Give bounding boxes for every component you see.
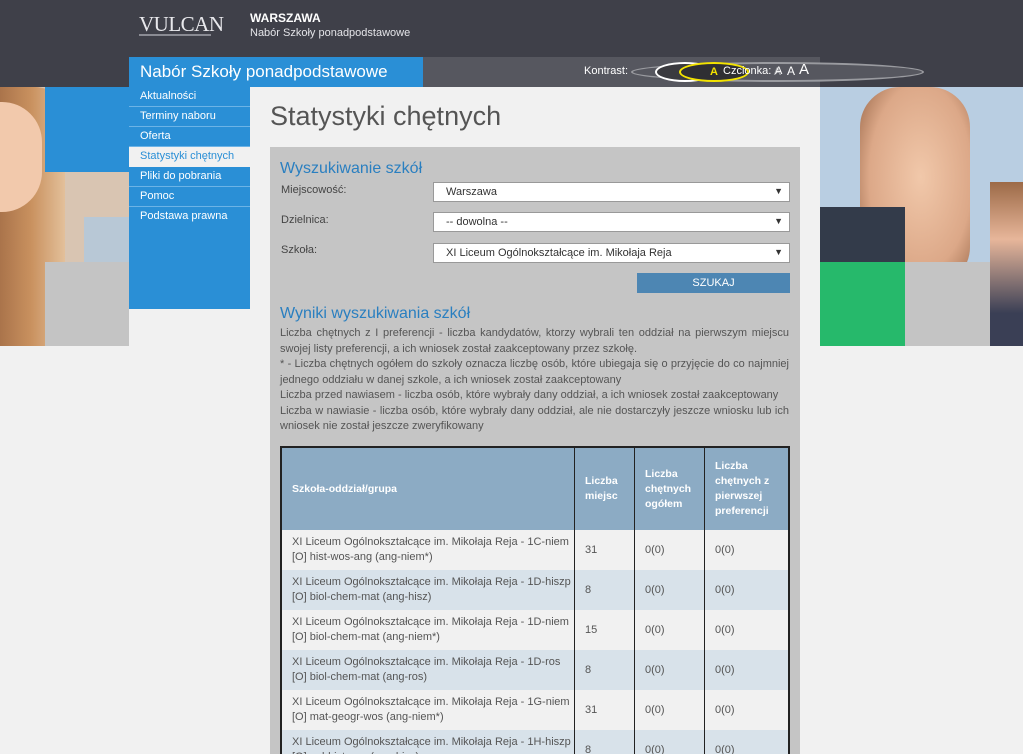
city-select-value: Warszawa xyxy=(446,186,497,198)
school-field-label: Szkoła: xyxy=(281,244,318,256)
header-subtitle: Nabór Szkoły ponadpodstawowe xyxy=(250,27,411,39)
cell-places: 31 xyxy=(575,530,635,570)
brand-title: Nabór Szkoły ponadpodstawowe xyxy=(140,62,388,81)
cell-places: 31 xyxy=(575,690,635,730)
results-table: Szkoła-oddział/grupa Liczba miejsc Liczb… xyxy=(280,446,790,754)
column-header-school[interactable]: Szkoła-oddział/grupa xyxy=(282,448,575,530)
sidebar-item-aktualnosci[interactable]: Aktualności xyxy=(129,87,250,107)
cell-first-preference: 0(0) xyxy=(715,583,735,596)
contrast-label: Kontrast: xyxy=(584,65,629,77)
search-button[interactable]: SZUKAJ xyxy=(637,273,790,293)
cell-first-preference: 0(0) xyxy=(715,623,735,636)
table-row: XI Liceum Ogólnokształcące im. Mikołaja … xyxy=(282,530,788,570)
sidebar-item-pliki-do-pobrania[interactable]: Pliki do pobrania xyxy=(129,167,250,187)
sidebar-item-statystyki-chetnych[interactable]: Statystyki chętnych xyxy=(129,147,250,167)
banner-green-tile xyxy=(820,262,905,346)
vulcan-logo[interactable]: VULCAN xyxy=(139,12,224,38)
cell-school: XI Liceum Ogólnokształcące im. Mikołaja … xyxy=(282,730,575,754)
cell-places: 8 xyxy=(575,570,635,610)
font-large-button[interactable]: A xyxy=(799,61,809,78)
banner-shirt-tile xyxy=(84,217,129,262)
banner-grey-tile xyxy=(905,262,990,346)
cell-school: XI Liceum Ogólnokształcące im. Mikołaja … xyxy=(282,690,575,730)
chevron-down-icon: ▼ xyxy=(774,216,783,226)
city-name: WARSZAWA xyxy=(250,11,321,25)
desc-total-applicants: * - Liczba chętnych ogółem do szkoły ozn… xyxy=(280,358,789,386)
desc-before-bracket: Liczba przed nawiasem - liczba osób, któ… xyxy=(280,389,779,401)
sidebar-nav: Aktualności Terminy naboru Oferta Statys… xyxy=(129,87,250,309)
results-description: Liczba chętnych z I preferencji - liczba… xyxy=(280,326,789,435)
table-row: XI Liceum Ogólnokształcące im. Mikołaja … xyxy=(282,610,788,650)
cell-total: 0(0) xyxy=(635,650,705,690)
cell-school: XI Liceum Ogólnokształcące im. Mikołaja … xyxy=(282,530,575,570)
table-row: XI Liceum Ogólnokształcące im. Mikołaja … xyxy=(282,650,788,690)
page-title: Statystyki chętnych xyxy=(270,101,502,131)
district-select[interactable]: -- dowolna -- ▼ xyxy=(433,212,790,232)
desc-in-bracket: Liczba w nawiasie - liczba osób, które w… xyxy=(280,404,789,433)
cell-first-preference: 0(0) xyxy=(715,703,735,716)
cell-first-preference: 0(0) xyxy=(715,743,735,754)
font-medium-button[interactable]: A xyxy=(787,64,795,78)
school-select-value: XI Liceum Ogólnokształcące im. Mikołaja … xyxy=(446,247,672,259)
cell-total: 0(0) xyxy=(635,570,705,610)
left-banner-photo xyxy=(0,87,129,346)
cell-places: 15 xyxy=(575,610,635,650)
cell-places: 8 xyxy=(575,650,635,690)
banner-blue-tile xyxy=(45,87,129,172)
results-section-title: Wyniki wyszukiwania szkół xyxy=(280,305,471,322)
table-row: XI Liceum Ogólnokształcące im. Mikołaja … xyxy=(282,730,788,754)
right-banner-photo xyxy=(820,87,1023,346)
search-section-title: Wyszukiwanie szkół xyxy=(280,160,423,177)
cell-first-preference: 0(0) xyxy=(715,543,735,556)
city-select[interactable]: Warszawa ▼ xyxy=(433,182,790,202)
banner-grey-tile xyxy=(45,262,129,346)
city-field-label: Miejscowość: xyxy=(281,184,347,196)
chevron-down-icon: ▼ xyxy=(774,186,783,196)
sidebar-item-oferta[interactable]: Oferta xyxy=(129,127,250,147)
cell-total: 0(0) xyxy=(635,730,705,754)
banner-jacket xyxy=(820,207,905,262)
school-select[interactable]: XI Liceum Ogólnokształcące im. Mikołaja … xyxy=(433,243,790,263)
column-header-places[interactable]: Liczba miejsc xyxy=(575,448,635,530)
cell-school: XI Liceum Ogólnokształcące im. Mikołaja … xyxy=(282,650,575,690)
font-size-label: Czcionka: xyxy=(723,65,772,77)
cell-total: 0(0) xyxy=(635,530,705,570)
district-field-label: Dzielnica: xyxy=(281,214,329,226)
logo-tagline-bar xyxy=(139,34,211,36)
column-header-first-preference[interactable]: Liczba chętnych z pierwszej preferencji xyxy=(705,448,788,530)
sidebar-item-podstawa-prawna[interactable]: Podstawa prawna xyxy=(129,207,250,227)
logo-text: VULCAN xyxy=(139,12,224,36)
font-small-button[interactable]: A xyxy=(775,65,782,77)
brand-title-box: Nabór Szkoły ponadpodstawowe xyxy=(129,57,423,87)
table-header-row: Szkoła-oddział/grupa Liczba miejsc Liczb… xyxy=(282,448,788,530)
banner-second-kid xyxy=(990,182,1023,346)
sidebar-item-pomoc[interactable]: Pomoc xyxy=(129,187,250,207)
chevron-down-icon: ▼ xyxy=(774,247,783,257)
cell-total: 0(0) xyxy=(635,690,705,730)
cell-first-preference: 0(0) xyxy=(715,663,735,676)
desc-first-preference: Liczba chętnych z I preferencji - liczba… xyxy=(280,327,789,355)
cell-school: XI Liceum Ogólnokształcące im. Mikołaja … xyxy=(282,610,575,650)
table-row: XI Liceum Ogólnokształcące im. Mikołaja … xyxy=(282,570,788,610)
cell-school: XI Liceum Ogólnokształcące im. Mikołaja … xyxy=(282,570,575,610)
sidebar-item-terminy-naboru[interactable]: Terminy naboru xyxy=(129,107,250,127)
column-header-total[interactable]: Liczba chętnych ogółem xyxy=(635,448,705,530)
cell-places: 8 xyxy=(575,730,635,754)
table-row: XI Liceum Ogólnokształcące im. Mikołaja … xyxy=(282,690,788,730)
district-select-value: -- dowolna -- xyxy=(446,216,508,228)
cell-total: 0(0) xyxy=(635,610,705,650)
